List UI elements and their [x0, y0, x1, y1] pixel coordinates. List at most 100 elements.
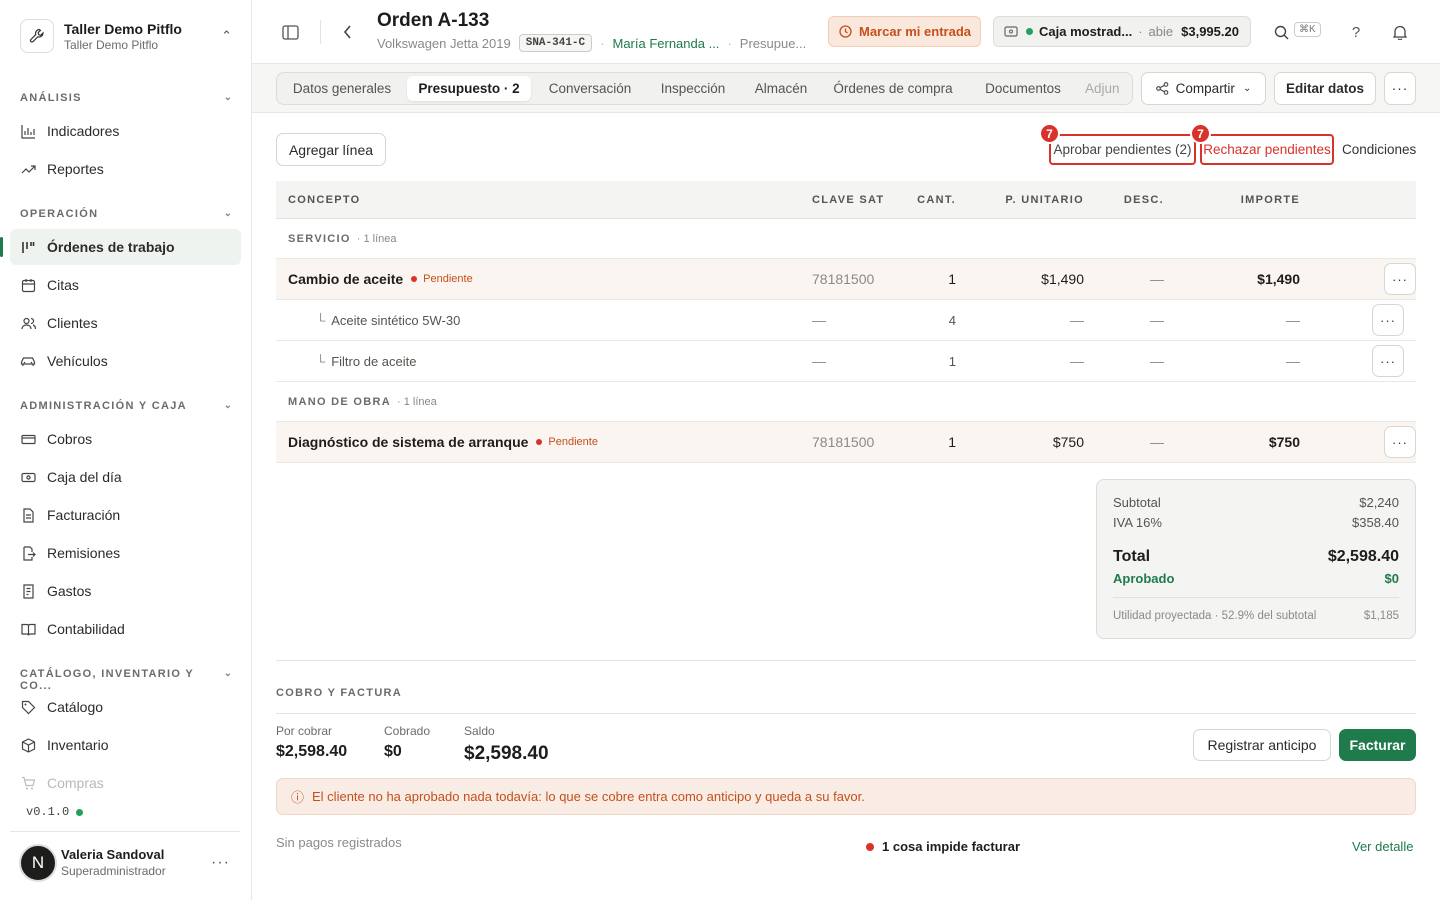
tab-almacen[interactable]: Almacén: [741, 76, 821, 101]
separator: ·: [600, 35, 605, 51]
approval-alert: ⓘ El cliente no ha aprobado nada todavía…: [276, 778, 1416, 815]
table-header: CONCEPTO CLAVE SAT CANT. P. UNITARIO DES…: [276, 181, 1416, 219]
sidebar-item-compras[interactable]: Compras: [10, 765, 241, 801]
add-line-button[interactable]: Agregar línea: [276, 133, 386, 166]
approved-label: Aprobado: [1113, 571, 1175, 586]
line-amount: $750: [1268, 434, 1300, 450]
tab-presupuesto[interactable]: Presupuesto · 2: [407, 76, 531, 101]
chevron-down-icon: ⌄: [223, 208, 232, 219]
tab-documentos[interactable]: Documentos: [967, 76, 1079, 101]
divider: [1113, 597, 1399, 598]
separator: ·: [727, 35, 732, 51]
sidebar-item-label: Reportes: [47, 161, 104, 177]
tab-datos-generales[interactable]: Datos generales: [280, 76, 404, 101]
sidebar-item-label: Compras: [47, 775, 104, 791]
invoice-button[interactable]: Facturar: [1339, 729, 1416, 761]
mark-entry-label: Marcar mi entrada: [859, 24, 971, 39]
view-details-link[interactable]: Ver detalle: [1352, 839, 1413, 854]
share-label: Compartir: [1175, 81, 1235, 96]
blocker-status: 1 cosa impide facturar: [866, 839, 1020, 854]
stat-label: Cobrado: [384, 724, 431, 738]
main-content: Orden A-133 Volkswagen Jetta 2019 SNA-34…: [252, 0, 1440, 900]
sidebar-item-gastos[interactable]: Gastos: [10, 573, 241, 609]
table-row[interactable]: └ Filtro de aceite — 1 — — — ···: [276, 341, 1416, 382]
more-options-button[interactable]: ···: [1384, 72, 1416, 105]
edit-data-button[interactable]: Editar datos: [1274, 72, 1376, 105]
sidebar-item-facturacion[interactable]: Facturación: [10, 497, 241, 533]
sidebar-item-inventario[interactable]: Inventario: [10, 727, 241, 763]
share-button[interactable]: Compartir ⌄: [1141, 72, 1266, 105]
cash-register-selector[interactable]: Caja mostrad... · abie $3,995.20: [993, 16, 1251, 47]
version-label: v0.1.0: [26, 805, 70, 819]
section-administracion[interactable]: ADMINISTRACIÓN Y CAJA ⌄: [20, 400, 232, 412]
sidebar-item-vehiculos[interactable]: Vehículos: [10, 343, 241, 379]
cash-status: abie: [1148, 24, 1174, 39]
col-concepto: CONCEPTO: [288, 193, 361, 206]
line-qty: 1: [948, 434, 956, 450]
register-advance-button[interactable]: Registrar anticipo: [1193, 729, 1331, 761]
workspace-switcher[interactable]: Taller Demo Pitflo Taller Demo Pitflo ⌃: [10, 10, 242, 62]
row-menu-button[interactable]: ···: [1372, 304, 1404, 336]
table-row[interactable]: └ Aceite sintético 5W-30 — 4 — — — ···: [276, 300, 1416, 341]
profit-label: Utilidad proyectada · 52.9% del subtotal: [1113, 610, 1317, 622]
sidebar: Taller Demo Pitflo Taller Demo Pitflo ⌃ …: [0, 0, 252, 900]
sidebar-item-caja[interactable]: Caja del día: [10, 459, 241, 495]
more-icon[interactable]: ···: [211, 854, 230, 872]
back-icon[interactable]: [337, 22, 357, 42]
table-row[interactable]: Diagnóstico de sistema de arranque Pendie…: [276, 422, 1416, 463]
tab-ordenes-compra[interactable]: Órdenes de compra: [825, 76, 961, 101]
user-menu[interactable]: N Valeria Sandoval Superadministrador ··…: [10, 831, 240, 893]
sidebar-item-cobros[interactable]: Cobros: [10, 421, 241, 457]
col-descuento: DESC.: [1123, 193, 1164, 206]
sidebar-item-remisiones[interactable]: Remisiones: [10, 535, 241, 571]
billing-section-title: COBRO Y FACTURA: [276, 687, 403, 699]
quote-table: CONCEPTO CLAVE SAT CANT. P. UNITARIO DES…: [276, 181, 1416, 463]
sidebar-item-label: Citas: [47, 277, 79, 293]
mark-entry-button[interactable]: Marcar mi entrada: [828, 16, 981, 47]
blocker-text: 1 cosa impide facturar: [882, 839, 1020, 854]
approve-pending-button[interactable]: Aprobar pendientes (2): [1049, 134, 1196, 165]
section-analisis[interactable]: ANÁLISIS ⌄: [20, 92, 232, 104]
table-row[interactable]: Cambio de aceite Pendiente 78181500 1 $1,…: [276, 259, 1416, 300]
group-row-mano-de-obra: MANO DE OBRA · 1 línea: [276, 382, 1416, 422]
tab-list: Datos generales Presupuesto · 2 Conversa…: [276, 72, 1133, 105]
tab-adjuntos[interactable]: Adjun: [1085, 76, 1132, 101]
book-icon: [20, 621, 36, 637]
trend-icon: [20, 161, 36, 177]
sidebar-item-label: Remisiones: [47, 545, 121, 561]
sidebar-item-indicadores[interactable]: Indicadores: [10, 113, 241, 149]
sidebar-item-contabilidad[interactable]: Contabilidad: [10, 611, 241, 647]
customer-link[interactable]: María Fernanda ...: [612, 36, 719, 51]
reject-pending-button[interactable]: Rechazar pendientes: [1200, 134, 1334, 165]
user-role: Superadministrador: [61, 864, 166, 878]
calendar-icon: [20, 277, 36, 293]
topbar: Orden A-133 Volkswagen Jetta 2019 SNA-34…: [252, 0, 1440, 64]
bell-icon[interactable]: [1390, 22, 1410, 42]
section-operacion[interactable]: OPERACIÓN ⌄: [20, 208, 232, 220]
receipt-icon: [20, 583, 36, 599]
sidebar-item-citas[interactable]: Citas: [10, 267, 241, 303]
sidebar-item-label: Contabilidad: [47, 621, 125, 637]
sidebar-item-label: Inventario: [47, 737, 109, 753]
sidebar-item-label: Facturación: [47, 507, 121, 523]
row-menu-button[interactable]: ···: [1384, 263, 1416, 295]
sidebar-item-ordenes[interactable]: Órdenes de trabajo: [0, 229, 241, 265]
row-menu-button[interactable]: ···: [1372, 345, 1404, 377]
help-icon[interactable]: ?: [1346, 22, 1366, 42]
group-count: · 1 línea: [397, 395, 437, 408]
tree-branch-icon: └: [316, 312, 326, 328]
profit-value: $1,185: [1363, 610, 1399, 622]
row-menu-button[interactable]: ···: [1384, 426, 1416, 458]
banknote-icon: [20, 431, 36, 447]
conditions-link[interactable]: Condiciones: [1342, 142, 1416, 157]
tree-branch-icon: └: [316, 353, 326, 369]
sidebar-item-reportes[interactable]: Reportes: [10, 151, 241, 187]
error-dot: [866, 842, 874, 851]
sidebar-item-catalogo[interactable]: Catálogo: [10, 689, 241, 725]
divider: [276, 713, 1416, 714]
tab-inspeccion[interactable]: Inspección: [648, 76, 738, 101]
tab-conversacion[interactable]: Conversación: [535, 76, 645, 101]
sidebar-toggle-icon[interactable]: [280, 22, 300, 42]
search-icon[interactable]: [1271, 22, 1291, 42]
sidebar-item-clientes[interactable]: Clientes: [10, 305, 241, 341]
